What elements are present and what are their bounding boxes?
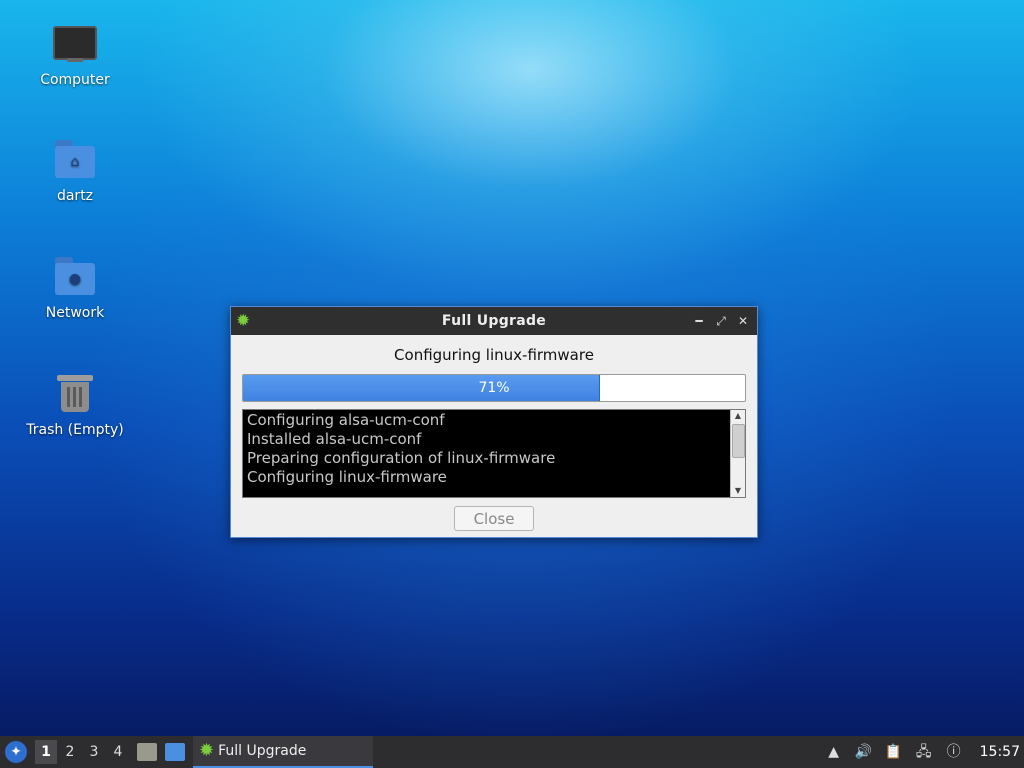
progress-bar: 71% — [242, 374, 746, 402]
home-folder-icon: ⌂ — [53, 138, 97, 182]
dialog-titlebar[interactable]: ✹ Full Upgrade ━ ⤢ ✕ — [231, 307, 757, 335]
taskbar: ✦ 1 2 3 4 ✹ Full Upgrade ▲ 🔊 📋 🖧 ⓘ 15:57 — [0, 736, 1024, 768]
log-line: Preparing configuration of linux-firmwar… — [247, 449, 556, 467]
task-label: Full Upgrade — [218, 743, 307, 759]
desktop-icon-label: dartz — [56, 188, 94, 204]
clock[interactable]: 15:57 — [980, 744, 1020, 760]
minimize-button[interactable]: ━ — [691, 313, 707, 329]
update-notification-icon[interactable]: ⓘ — [944, 742, 964, 762]
desktop-icon-trash[interactable]: Trash (Empty) — [20, 372, 130, 438]
log-output[interactable]: Configuring alsa-ucm-conf Installed alsa… — [242, 409, 746, 498]
desktop-icon-label: Computer — [40, 72, 110, 88]
workspace-3[interactable]: 3 — [83, 740, 105, 764]
dialog-title: Full Upgrade — [441, 313, 547, 329]
workspace-2[interactable]: 2 — [59, 740, 81, 764]
desktop-icon-computer[interactable]: Computer — [20, 22, 130, 88]
system-tray: ▲ 🔊 📋 🖧 ⓘ 15:57 — [824, 742, 1020, 762]
workspace-4[interactable]: 4 — [107, 740, 129, 764]
desktop-icon-network[interactable]: ● Network — [20, 255, 130, 321]
close-window-button[interactable]: ✕ — [735, 313, 751, 329]
full-upgrade-dialog: ✹ Full Upgrade ━ ⤢ ✕ Configuring linux-f… — [230, 306, 758, 538]
status-text: Configuring linux-firmware — [394, 346, 594, 364]
network-icon[interactable]: 🖧 — [914, 742, 934, 762]
file-manager-launcher-icon[interactable] — [137, 743, 157, 761]
volume-icon[interactable]: 🔊 — [854, 742, 874, 762]
trash-icon — [53, 372, 97, 416]
close-button[interactable]: Close — [454, 506, 534, 531]
scroll-up-icon[interactable]: ▲ — [731, 410, 745, 422]
desktop-icon-label: Trash (Empty) — [26, 422, 124, 438]
workspace-1[interactable]: 1 — [35, 740, 57, 764]
log-line: Configuring linux-firmware — [247, 468, 447, 486]
desktop-icon-label: Network — [45, 305, 105, 321]
log-line: Installed alsa-ucm-conf — [247, 430, 422, 448]
desktop-icon-home[interactable]: ⌂ dartz — [20, 138, 130, 204]
clipboard-icon[interactable]: 📋 — [884, 742, 904, 762]
progress-label: 71% — [478, 380, 510, 396]
computer-icon — [53, 22, 97, 66]
scroll-down-icon[interactable]: ▼ — [731, 485, 745, 497]
log-line: Configuring alsa-ucm-conf — [247, 411, 445, 429]
tray-arrow-icon[interactable]: ▲ — [824, 742, 844, 762]
scroll-thumb[interactable] — [732, 424, 745, 458]
show-desktop-icon[interactable] — [165, 743, 185, 761]
log-scrollbar[interactable]: ▲ ▼ — [730, 410, 745, 497]
start-menu-icon[interactable]: ✦ — [5, 741, 27, 763]
network-folder-icon: ● — [53, 255, 97, 299]
maximize-button[interactable]: ⤢ — [713, 313, 729, 329]
taskbar-task-full-upgrade[interactable]: ✹ Full Upgrade — [193, 736, 373, 768]
gear-icon: ✹ — [236, 311, 251, 331]
gear-icon: ✹ — [199, 740, 215, 761]
